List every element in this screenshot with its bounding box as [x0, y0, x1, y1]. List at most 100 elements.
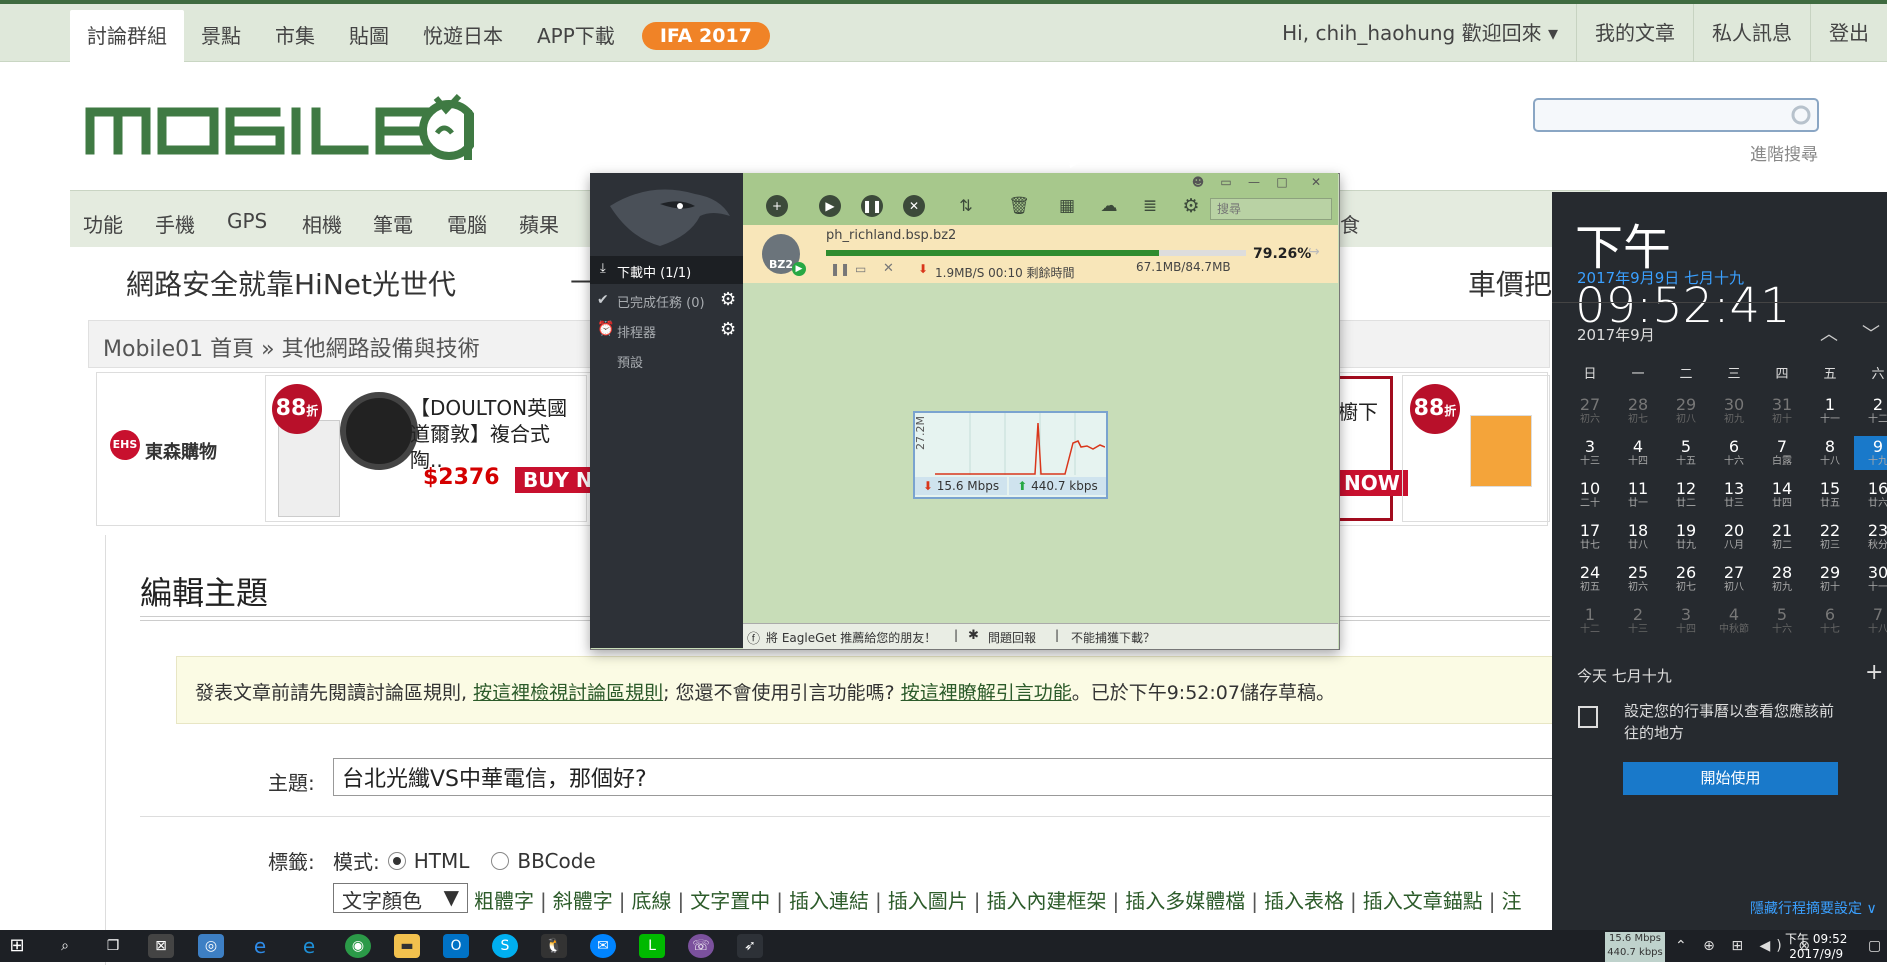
delete-icon[interactable]: 🗑 — [1008, 195, 1030, 217]
chrome-icon[interactable]: ◉ — [345, 934, 371, 958]
database-icon[interactable]: ≣ — [1139, 195, 1161, 217]
calendar-day[interactable]: 6 十七 — [1808, 606, 1852, 636]
mode-bbcode-label[interactable]: BBCode — [517, 849, 595, 873]
sort-icon[interactable]: ⇅ — [955, 195, 977, 217]
insert-table-link[interactable]: 插入表格 — [1264, 889, 1344, 913]
mode-html-radio[interactable] — [387, 851, 406, 870]
mode-html-label[interactable]: HTML — [414, 849, 470, 873]
note-link[interactable]: 注 — [1502, 889, 1522, 913]
ad-product-title[interactable]: 【DOULTON英國道爾敦】複合式陶.. — [410, 395, 580, 473]
minimize-icon[interactable]: — — [1243, 175, 1265, 191]
forum-rules-link[interactable]: 按這裡檢視討論區規則 — [473, 682, 663, 704]
private-messages-link[interactable]: 私人訊息 — [1693, 4, 1810, 62]
viber-icon[interactable]: ☏ — [688, 934, 714, 958]
calendar-day[interactable]: 24 初五 — [1568, 564, 1612, 594]
cat-apple[interactable]: 蘋果 — [519, 209, 559, 238]
cat-gps[interactable]: GPS — [227, 209, 267, 233]
search-icon[interactable]: ⌕ — [52, 934, 78, 958]
taskbar-clock[interactable]: 下午 09:52 2017/9/9 — [1785, 932, 1847, 962]
calendar-day[interactable]: 12 廿二 — [1664, 480, 1708, 510]
breadcrumb[interactable]: Mobile01 首頁 » 其他網路設備與技術 — [103, 331, 480, 363]
skin-icon[interactable]: ☻ — [1187, 175, 1209, 191]
open-folder-icon[interactable]: ↪ — [1308, 244, 1320, 260]
play-icon[interactable]: ▶ — [819, 195, 841, 217]
ifa-badge[interactable]: IFA 2017 — [641, 22, 770, 50]
quote-help-link[interactable]: 按這裡瞭解引言功能 — [901, 682, 1072, 704]
calendar-day[interactable]: 15 廿五 — [1808, 480, 1852, 510]
preset-label[interactable]: 預設 — [617, 352, 643, 371]
calendar-day[interactable]: 28 初九 — [1760, 564, 1804, 594]
tab-app-download[interactable]: APP下載 — [520, 10, 632, 62]
text-color-select[interactable]: 文字顏色 ▼ — [333, 883, 468, 913]
user-greeting[interactable]: Hi, chih_haohung 歡迎回來 ▾ — [1264, 4, 1576, 62]
item-folder-icon[interactable]: ▭ — [855, 262, 866, 276]
chevron-up-icon[interactable]: ︿ — [1820, 320, 1838, 346]
insert-image-link[interactable]: 插入圖片 — [888, 889, 968, 913]
chevron-down-icon[interactable]: ﹀ — [1862, 320, 1880, 346]
calendar-day[interactable]: 1 十一 — [1808, 396, 1852, 426]
calendar-day[interactable]: 20 八月 — [1712, 522, 1756, 552]
my-articles-link[interactable]: 我的文章 — [1576, 4, 1693, 62]
underline-link[interactable]: 底線 — [632, 889, 672, 913]
completed-gear-icon[interactable]: ⚙ — [720, 289, 736, 310]
calendar-day[interactable]: 17 廿七 — [1568, 522, 1612, 552]
qq-icon[interactable]: 🐧 — [541, 934, 567, 958]
mode-bbcode-radio[interactable] — [491, 851, 510, 870]
calendar-day[interactable]: 8 十八 — [1808, 438, 1852, 468]
calendar-day[interactable]: 29 初八 — [1664, 396, 1708, 426]
italic-link[interactable]: 斜體字 — [553, 889, 613, 913]
calendar-day[interactable]: 16 廿六 — [1856, 480, 1887, 510]
scheduler-label[interactable]: 排程器 — [617, 322, 656, 341]
calendar-day[interactable]: 4 十四 — [1616, 438, 1660, 468]
ehs-shop-name[interactable]: 東森購物 — [145, 438, 217, 464]
buy-now-button-2[interactable]: NOW — [1336, 470, 1408, 496]
calendar-day[interactable]: 21 初二 — [1760, 522, 1804, 552]
tab-discussion[interactable]: 討論群組 — [70, 10, 184, 62]
outlook-icon[interactable]: O — [443, 934, 469, 958]
calendar-day[interactable]: 18 廿八 — [1616, 522, 1660, 552]
maximize-icon[interactable]: □ — [1271, 175, 1293, 191]
eagleget-taskbar-icon[interactable]: ➶ — [737, 934, 763, 958]
calendar-day[interactable]: 7 十八 — [1856, 606, 1887, 636]
ad-product2-title[interactable]: 櫥下 — [1338, 396, 1378, 425]
mobile01-logo[interactable] — [84, 88, 474, 168]
calendar-day[interactable]: 5 十六 — [1760, 606, 1804, 636]
calendar-day[interactable]: 26 初七 — [1664, 564, 1708, 594]
stop-icon[interactable]: ✕ — [903, 195, 925, 217]
net-speed-meter[interactable]: 15.6 Mbps 440.7 kbps — [1605, 932, 1665, 962]
video-icon[interactable]: ▦ — [1056, 195, 1078, 217]
item-pause-icon[interactable]: ❚❚ — [830, 262, 850, 276]
eagleget-search-input[interactable] — [1210, 198, 1332, 220]
completed-label[interactable]: 已完成任務 (0) — [617, 292, 705, 311]
forum-search-input[interactable] — [1533, 98, 1819, 132]
calendar-day[interactable]: 27 初六 — [1568, 396, 1612, 426]
calendar-day[interactable]: 23 秋分 — [1856, 522, 1887, 552]
calendar-day[interactable]: 29 初十 — [1808, 564, 1852, 594]
insert-media-link[interactable]: 插入多媒體檔 — [1125, 889, 1245, 913]
skype-icon[interactable]: S — [492, 934, 518, 958]
cat-phones[interactable]: 手機 — [155, 209, 195, 238]
calendar-day[interactable]: 27 初八 — [1712, 564, 1756, 594]
advanced-search-link[interactable]: 進階搜尋 — [1750, 140, 1818, 165]
task-view-icon[interactable]: ❐ — [100, 934, 126, 958]
calendar-day[interactable]: 1 十二 — [1568, 606, 1612, 636]
calendar-day[interactable]: 11 廿一 — [1616, 480, 1660, 510]
messenger-icon[interactable]: ✉ — [590, 934, 616, 958]
calendar-day[interactable]: 10 二十 — [1568, 480, 1612, 510]
cannot-capture-link[interactable]: 不能捕獲下載？ — [1071, 629, 1155, 646]
line-icon[interactable]: L — [639, 934, 665, 958]
calendar-day[interactable]: 31 初十 — [1760, 396, 1804, 426]
insert-anchor-link[interactable]: 插入文章錨點 — [1363, 889, 1483, 913]
tab-spots[interactable]: 景點 — [184, 10, 258, 62]
report-issue-link[interactable]: 問題回報 — [988, 629, 1036, 646]
cat-cameras[interactable]: 相機 — [302, 209, 342, 238]
calendar-day[interactable]: 19 廿九 — [1664, 522, 1708, 552]
ie-icon[interactable]: e — [296, 934, 322, 958]
add-event-icon[interactable]: + — [1865, 660, 1883, 685]
store-icon[interactable]: ⊠ — [148, 934, 174, 958]
tab-market[interactable]: 市集 — [258, 10, 332, 62]
calendar-day[interactable]: 3 十三 — [1568, 438, 1612, 468]
banner-hinet-link[interactable]: 網路安全就靠HiNet光世代 — [126, 263, 456, 303]
logout-link[interactable]: 登出 — [1810, 4, 1887, 62]
calendar-day[interactable]: 22 初三 — [1808, 522, 1852, 552]
